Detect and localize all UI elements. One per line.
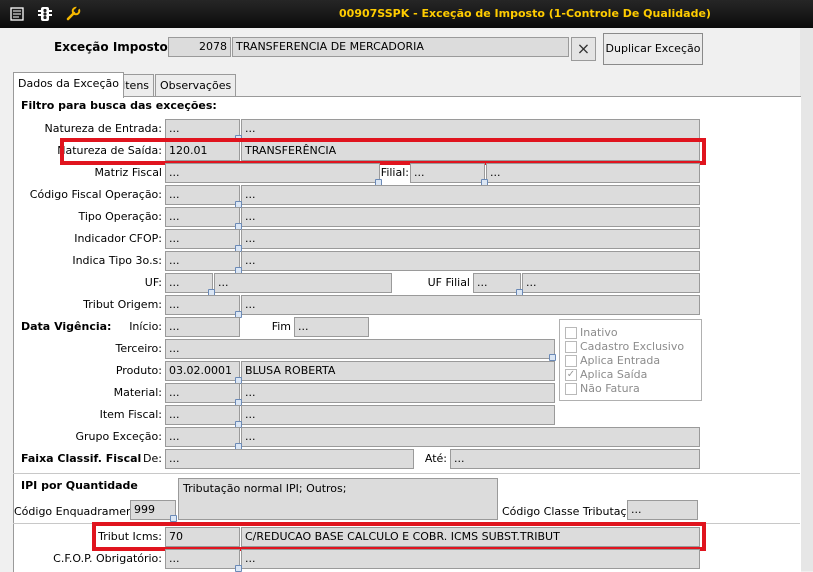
indicador-cfop-desc[interactable]: ...	[241, 229, 700, 249]
inativo-label: Inativo	[580, 326, 618, 339]
item-fiscal-code[interactable]: ...	[165, 405, 240, 425]
header-code-field[interactable]: 2078	[168, 37, 231, 57]
tributacao-text[interactable]: Tributação normal IPI; Outros;	[178, 478, 498, 520]
indica-tipo-code[interactable]: ...	[165, 251, 240, 271]
tipo-operacao-label: Tipo Operação:	[78, 210, 162, 223]
tipo-operacao-code[interactable]: ...	[165, 207, 240, 227]
tribut-origem-code[interactable]: ...	[165, 295, 240, 315]
indicador-cfop-label: Indicador CFOP:	[74, 232, 162, 245]
uf-filial-label: UF Filial	[427, 276, 470, 289]
lookup-marker[interactable]	[549, 354, 556, 361]
codigo-fiscal-operacao-desc[interactable]: ...	[241, 185, 700, 205]
codigo-fiscal-operacao-label: Código Fiscal Operação:	[29, 188, 162, 201]
codigo-fiscal-operacao-code[interactable]: ...	[165, 185, 240, 205]
filial-desc[interactable]: ...	[486, 163, 700, 183]
item-fiscal-label: Item Fiscal:	[99, 408, 162, 421]
indicador-cfop-code[interactable]: ...	[165, 229, 240, 249]
divider	[13, 473, 800, 474]
aplica-entrada-label: Aplica Entrada	[580, 354, 661, 367]
window-title: 00907SSPK - Exceção de Imposto (1-Contro…	[339, 7, 711, 20]
fim-label: Fim	[271, 320, 291, 333]
aplica-saida-label: Aplica Saída	[580, 368, 648, 381]
cfop-obrigatorio-code[interactable]: ...	[165, 549, 240, 569]
header-description-field[interactable]: TRANSFERENCIA DE MERCADORIA	[232, 37, 569, 57]
close-icon: ×	[576, 39, 591, 58]
cfop-obrigatorio-label: C.F.O.P. Obrigatório:	[53, 552, 162, 565]
uf-code[interactable]: ...	[165, 273, 213, 293]
tab-dados-excecao[interactable]: Dados da Exceção	[13, 72, 124, 98]
checkmark-icon: ✓	[566, 369, 576, 380]
inicio-field[interactable]: ...	[165, 317, 240, 337]
terceiro-label: Terceiro:	[115, 342, 163, 355]
uf-filial-code[interactable]: ...	[473, 273, 521, 293]
codigo-classe-label: Código Classe Tributação	[502, 505, 641, 518]
faixa-ate-field[interactable]: ...	[450, 449, 700, 469]
produto-label: Produto:	[115, 364, 162, 377]
clear-button[interactable]: ×	[571, 37, 596, 61]
tab-observacoes[interactable]: Observações	[155, 74, 237, 97]
faixa-section-title: Faixa Classif. Fiscal	[21, 452, 142, 465]
highlight-tribut-icms	[92, 522, 706, 551]
nao-fatura-checkbox[interactable]	[565, 383, 577, 395]
lookup-marker[interactable]	[170, 515, 177, 522]
window-edge	[800, 28, 813, 571]
material-desc[interactable]: ...	[241, 383, 555, 403]
produto-desc[interactable]: BLUSA ROBERTA	[241, 361, 555, 381]
tribut-origem-desc[interactable]: ...	[241, 295, 700, 315]
inativo-checkbox[interactable]	[565, 327, 577, 339]
vigencia-section-title: Data Vigência:	[21, 320, 112, 333]
codigo-enquadramento-label: Código Enquadramento	[14, 505, 145, 518]
uf-desc[interactable]: ...	[214, 273, 392, 293]
aplica-saida-checkbox[interactable]: ✓	[565, 369, 577, 381]
produto-code[interactable]: 03.02.0001	[165, 361, 240, 381]
natureza-entrada-desc[interactable]: ...	[241, 119, 700, 139]
uf-filial-desc[interactable]: ...	[522, 273, 700, 293]
faixa-ate-label: Até:	[424, 452, 447, 465]
tribut-origem-label: Tribut Origem:	[83, 298, 162, 311]
filial-code[interactable]: ...	[410, 163, 485, 183]
nao-fatura-label: Não Fatura	[580, 382, 640, 395]
grupo-excecao-desc[interactable]: ...	[241, 427, 700, 447]
natureza-entrada-code[interactable]: ...	[165, 119, 240, 139]
menu-icon[interactable]	[8, 5, 26, 23]
item-fiscal-desc[interactable]: ...	[241, 405, 555, 425]
terceiro-field[interactable]: ...	[165, 339, 555, 359]
codigo-classe-field[interactable]: ...	[627, 500, 698, 520]
uf-label: UF:	[144, 276, 162, 289]
traffic-light-icon[interactable]	[36, 5, 54, 23]
natureza-entrada-label: Natureza de Entrada:	[44, 122, 163, 135]
filter-section-title: Filtro para busca das exceções:	[21, 99, 217, 112]
duplicate-button[interactable]: Duplicar Exceção	[603, 33, 703, 65]
matriz-fiscal-field[interactable]: ...	[165, 163, 380, 183]
filial-label: Filial:	[380, 166, 409, 179]
cfop-obrigatorio-desc[interactable]: ...	[241, 549, 700, 569]
wrench-icon[interactable]	[64, 5, 82, 23]
material-label: Material:	[113, 386, 162, 399]
cadastro-exclusivo-checkbox[interactable]	[565, 341, 577, 353]
title-bar: 00907SSPK - Exceção de Imposto (1-Contro…	[0, 0, 813, 28]
fim-field[interactable]: ...	[294, 317, 369, 337]
faixa-de-label: De:	[143, 452, 162, 465]
ipi-section-title: IPI por Quantidade	[21, 479, 138, 492]
grupo-excecao-label: Grupo Exceção:	[75, 430, 162, 443]
tipo-operacao-desc[interactable]: ...	[241, 207, 700, 227]
highlight-natureza-saida	[60, 138, 706, 165]
inicio-label: Início:	[129, 320, 162, 333]
matriz-fiscal-label: Matriz Fiscal	[94, 166, 162, 179]
faixa-de-field[interactable]: ...	[165, 449, 414, 469]
header-label: Exceção Imposto	[54, 40, 168, 54]
aplica-entrada-checkbox[interactable]	[565, 355, 577, 367]
indica-tipo-label: Indica Tipo 3o.s:	[72, 254, 162, 267]
grupo-excecao-code[interactable]: ...	[165, 427, 240, 447]
indica-tipo-desc[interactable]: ...	[241, 251, 700, 271]
material-code[interactable]: ...	[165, 383, 240, 403]
cadastro-exclusivo-label: Cadastro Exclusivo	[580, 340, 685, 353]
